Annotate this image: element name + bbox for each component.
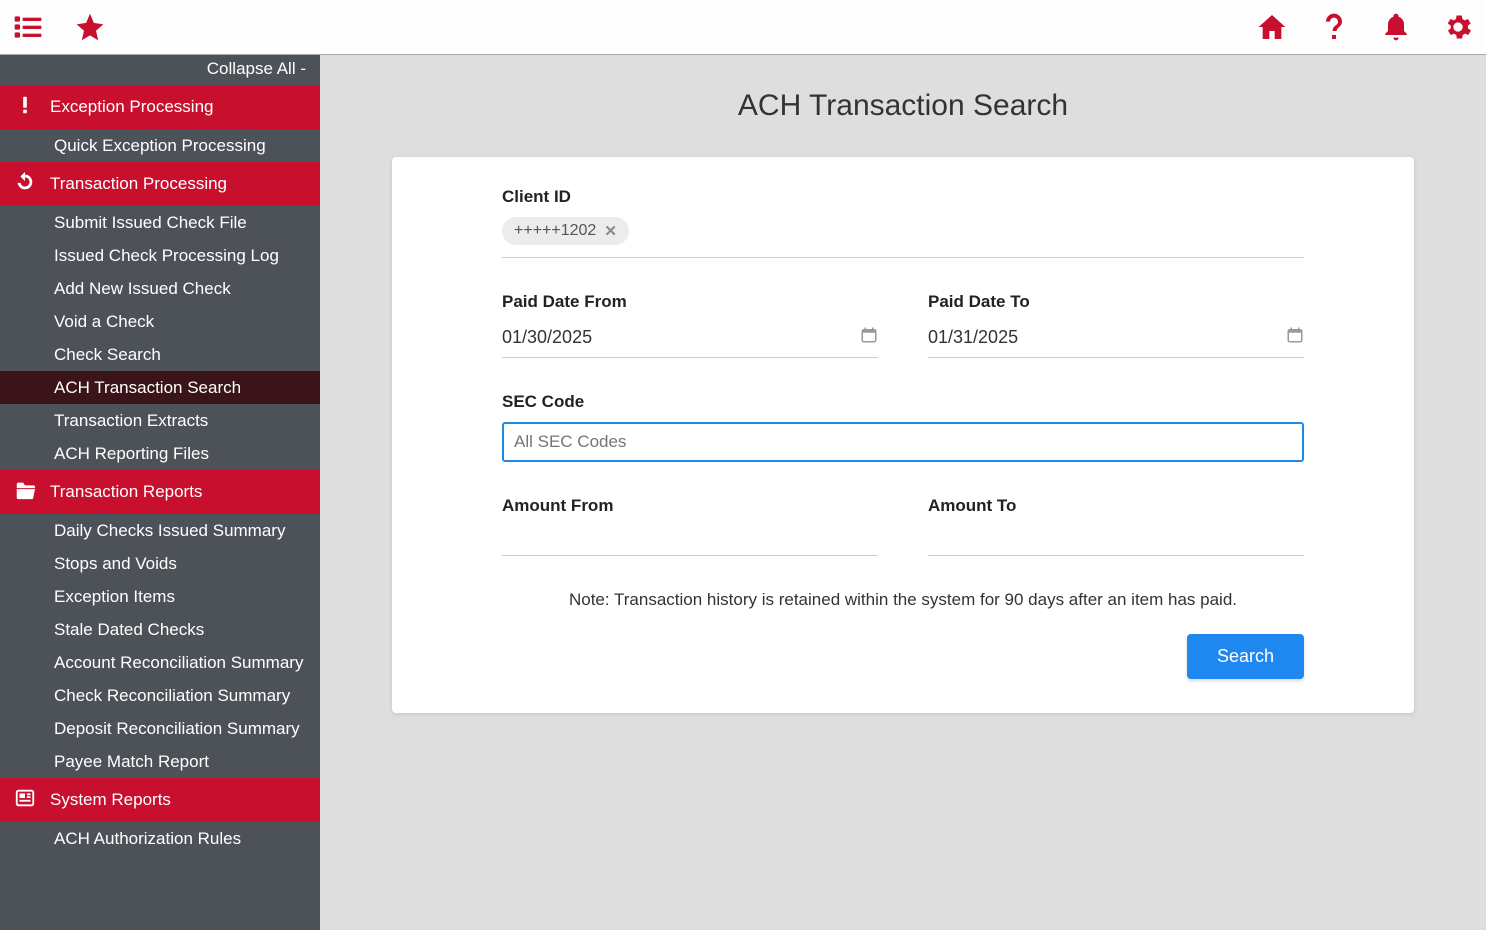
sidebar-item[interactable]: Check Search (0, 338, 320, 371)
sidebar-group-header[interactable]: System Reports (0, 778, 320, 822)
paid-date-from-value: 01/30/2025 (502, 327, 860, 348)
sidebar-group-header[interactable]: Transaction Processing (0, 162, 320, 206)
search-button[interactable]: Search (1187, 634, 1304, 679)
sidebar-group-header[interactable]: Exception Processing (0, 85, 320, 129)
sec-code-label: SEC Code (502, 392, 1304, 412)
client-id-chip: +++++1202 ✕ (502, 217, 629, 245)
paid-date-from-label: Paid Date From (502, 292, 878, 312)
star-icon[interactable] (74, 11, 106, 43)
help-icon[interactable] (1318, 11, 1350, 43)
menu-list-icon[interactable] (12, 11, 44, 43)
sidebar-item[interactable]: Account Reconciliation Summary (0, 646, 320, 679)
sidebar-item[interactable]: Daily Checks Issued Summary (0, 514, 320, 547)
refresh-icon (14, 171, 36, 198)
sidebar-item[interactable]: Stale Dated Checks (0, 613, 320, 646)
client-id-chip-text: +++++1202 (514, 222, 596, 240)
retention-note: Note: Transaction history is retained wi… (502, 590, 1304, 610)
sidebar-group-title: Transaction Reports (50, 482, 202, 502)
sidebar-item[interactable]: ACH Transaction Search (0, 371, 320, 404)
sidebar-item[interactable]: ACH Authorization Rules (0, 822, 320, 855)
sidebar-item[interactable]: Deposit Reconciliation Summary (0, 712, 320, 745)
sidebar-item[interactable]: Stops and Voids (0, 547, 320, 580)
sidebar-group-title: System Reports (50, 790, 171, 810)
exclaim-icon (14, 94, 36, 121)
collapse-all-button[interactable]: Collapse All - (0, 55, 320, 85)
remove-chip-icon[interactable]: ✕ (604, 222, 617, 240)
home-icon[interactable] (1256, 11, 1288, 43)
amount-to-input[interactable] (928, 526, 1304, 556)
sidebar-item[interactable]: Payee Match Report (0, 745, 320, 778)
sidebar-item[interactable]: Void a Check (0, 305, 320, 338)
calendar-icon[interactable] (1286, 326, 1304, 349)
amount-from-label: Amount From (502, 496, 878, 516)
search-form-card: Client ID +++++1202 ✕ Paid Date From 01/… (392, 157, 1414, 713)
sidebar-item[interactable]: Add New Issued Check (0, 272, 320, 305)
sidebar-group-header[interactable]: Transaction Reports (0, 470, 320, 514)
sidebar-group-title: Exception Processing (50, 97, 213, 117)
sec-code-input[interactable] (502, 422, 1304, 462)
bell-icon[interactable] (1380, 11, 1412, 43)
sidebar: Collapse All - Exception Processing Quick… (0, 55, 320, 930)
sidebar-item[interactable]: Transaction Extracts (0, 404, 320, 437)
client-id-label: Client ID (502, 187, 1304, 207)
sidebar-group-title: Transaction Processing (50, 174, 227, 194)
newspaper-icon (14, 787, 36, 814)
client-id-field[interactable]: +++++1202 ✕ (502, 217, 1304, 258)
paid-date-to-label: Paid Date To (928, 292, 1304, 312)
sidebar-item[interactable]: Submit Issued Check File (0, 206, 320, 239)
folder-icon (14, 479, 36, 506)
calendar-icon[interactable] (860, 326, 878, 349)
paid-date-from-input[interactable]: 01/30/2025 (502, 322, 878, 358)
sidebar-item[interactable]: Quick Exception Processing (0, 129, 320, 162)
sidebar-item[interactable]: Exception Items (0, 580, 320, 613)
amount-from-input[interactable] (502, 526, 878, 556)
top-bar (0, 0, 1486, 55)
main-content: ACH Transaction Search Client ID +++++12… (320, 55, 1486, 930)
amount-to-label: Amount To (928, 496, 1304, 516)
sidebar-item[interactable]: ACH Reporting Files (0, 437, 320, 470)
paid-date-to-value: 01/31/2025 (928, 327, 1286, 348)
gear-icon[interactable] (1442, 11, 1474, 43)
page-title: ACH Transaction Search (320, 55, 1486, 157)
sidebar-item[interactable]: Check Reconciliation Summary (0, 679, 320, 712)
paid-date-to-input[interactable]: 01/31/2025 (928, 322, 1304, 358)
sidebar-item[interactable]: Issued Check Processing Log (0, 239, 320, 272)
